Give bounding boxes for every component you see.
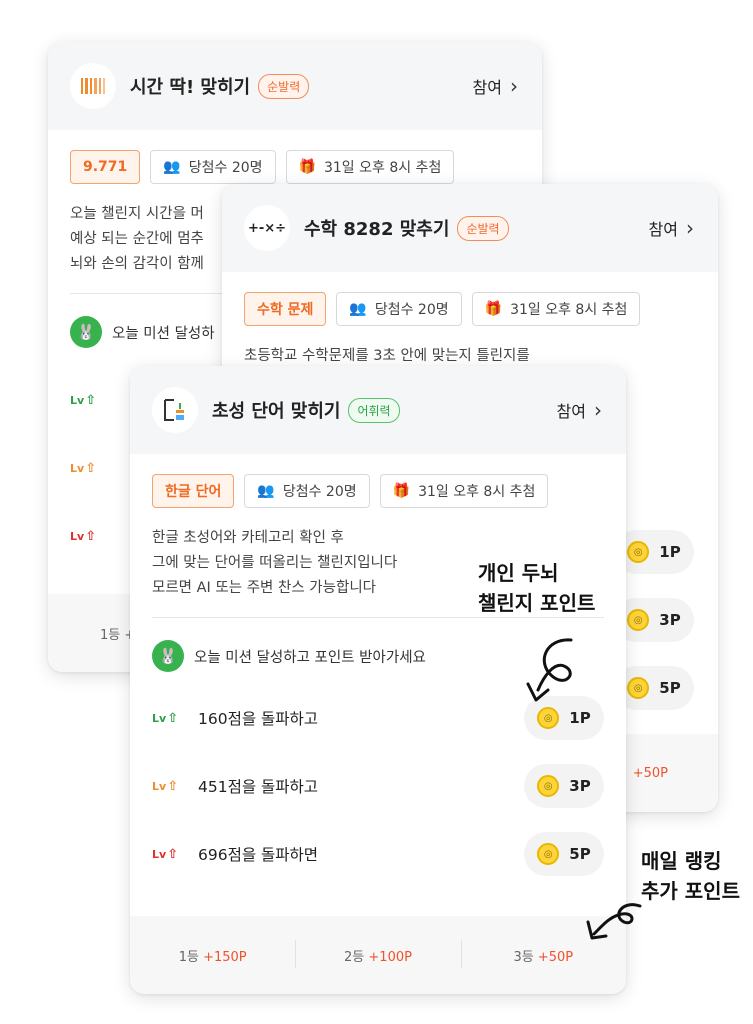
coin-icon: ◎	[627, 677, 650, 699]
point-badge: ◎ 3P	[524, 764, 604, 808]
coin-icon: ◎	[537, 775, 560, 797]
level-green-icon: Lv ⇧	[70, 392, 97, 408]
math-symbols-logo: +-×÷	[244, 205, 290, 251]
coin-icon: ◎	[627, 541, 650, 563]
point-badge: ◎ 5P	[614, 666, 694, 710]
challenge-title: 수학 8282 맞추기	[304, 219, 450, 240]
winners-label: 당첨수 20명	[282, 484, 357, 500]
card-header: 시간 딱! 맞히기 순발력 참여 ›	[48, 42, 542, 130]
category-tag: 순발력	[457, 215, 509, 241]
answer-chip: 수학 문제	[244, 292, 327, 326]
join-button[interactable]: 참여 ›	[473, 74, 518, 98]
chevron-right-icon: ›	[594, 398, 602, 422]
mission-row: Lv ⇧ 696점을 돌파하면 ◎ 5P	[130, 820, 626, 888]
draw-chip: 🎁 31일 오후 8시 추첨	[471, 292, 641, 326]
rank-first: 1등 +150P	[178, 949, 247, 965]
join-label: 참여	[556, 402, 586, 421]
winners-label: 당첨수 20명	[374, 302, 449, 318]
level-orange-icon: Lv ⇧	[70, 460, 97, 476]
arrow-scribble-icon	[526, 638, 573, 702]
draw-label: 31일 오후 8시 추첨	[418, 484, 536, 500]
level-green-icon: Lv ⇧	[152, 710, 179, 726]
people-icon: 👥	[163, 159, 181, 175]
draw-label: 31일 오후 8시 추첨	[323, 160, 442, 176]
people-icon: 👥	[257, 483, 275, 499]
rabbit-icon: 🐰	[152, 640, 184, 672]
barcode-logo	[70, 63, 116, 109]
winners-chip: 👥 당첨수 20명	[150, 150, 276, 184]
mission-text: 696점을 돌파하면	[198, 846, 319, 864]
card-header: +-×÷ 수학 8282 맞추기 순발력 참여 ›	[222, 184, 718, 272]
rabbit-icon: 🐰	[70, 316, 102, 348]
challenge-title: 초성 단어 맞히기	[212, 401, 341, 422]
rank-third: 3등 +50P	[460, 939, 626, 968]
gift-icon: 🎁	[392, 483, 411, 499]
people-icon: 👥	[349, 301, 367, 317]
answer-chip: 한글 단어	[152, 474, 235, 508]
mission-row: Lv ⇧ 451점을 돌파하고 ◎ 3P	[130, 752, 626, 820]
point-badge: ◎ 1P	[614, 530, 694, 574]
winners-chip: 👥 당첨수 20명	[244, 474, 370, 508]
challenge-title: 시간 딱! 맞히기	[130, 77, 251, 98]
join-label: 참여	[648, 220, 678, 239]
level-red-icon: Lv ⇧	[70, 528, 97, 544]
category-tag: 어휘력	[348, 397, 400, 423]
gift-icon: 🎁	[298, 159, 316, 175]
annotation-personal-points: 개인 두뇌 챌린지 포인트	[478, 561, 596, 615]
join-button[interactable]: 참여 ›	[557, 398, 602, 422]
annotation-ranking-points: 매일 랭킹 추가 포인트	[641, 849, 740, 903]
rank-bar: 1등 +150P 2등 +100P 3등 +50P	[130, 916, 626, 994]
chevron-right-icon: ›	[686, 216, 694, 240]
level-red-icon: Lv ⇧	[152, 846, 179, 862]
card-header: 초성 단어 맞히기 어휘력 참여 ›	[130, 366, 626, 454]
level-orange-icon: Lv ⇧	[152, 778, 179, 794]
desc-line: 한글 초성어와 카테고리 확인 후	[152, 530, 344, 546]
hangul-logo	[152, 387, 198, 433]
winners-label: 당첨수 20명	[188, 160, 263, 176]
gift-icon: 🎁	[484, 301, 503, 317]
category-tag: 순발력	[258, 73, 310, 99]
challenge-description: 초등학교 수학문제를 3초 안에 맞는지 틀린지를	[222, 326, 718, 369]
mission-title: 오늘 미션 달성하	[112, 325, 215, 342]
draw-label: 31일 오후 8시 추첨	[510, 302, 628, 318]
mission-text: 160점을 돌파하고	[198, 710, 319, 728]
draw-chip: 🎁 31일 오후 8시 추첨	[285, 150, 455, 184]
join-button[interactable]: 참여 ›	[649, 216, 694, 240]
arrow-scribble-icon	[586, 903, 642, 940]
chevron-right-icon: ›	[510, 74, 518, 98]
point-badge: ◎ 5P	[524, 832, 604, 876]
mission-text: 451점을 돌파하고	[198, 778, 319, 796]
draw-chip: 🎁 31일 오후 8시 추첨	[379, 474, 549, 508]
point-badge: ◎ 3P	[614, 598, 694, 642]
mission-title: 오늘 미션 달성하고 포인트 받아가세요	[194, 649, 426, 666]
join-label: 참여	[472, 78, 502, 97]
coin-icon: ◎	[537, 843, 560, 865]
answer-chip: 9.771	[70, 150, 141, 184]
winners-chip: 👥 당첨수 20명	[336, 292, 462, 326]
rank-second: 2등 +100P	[295, 939, 460, 968]
coin-icon: ◎	[627, 609, 650, 631]
